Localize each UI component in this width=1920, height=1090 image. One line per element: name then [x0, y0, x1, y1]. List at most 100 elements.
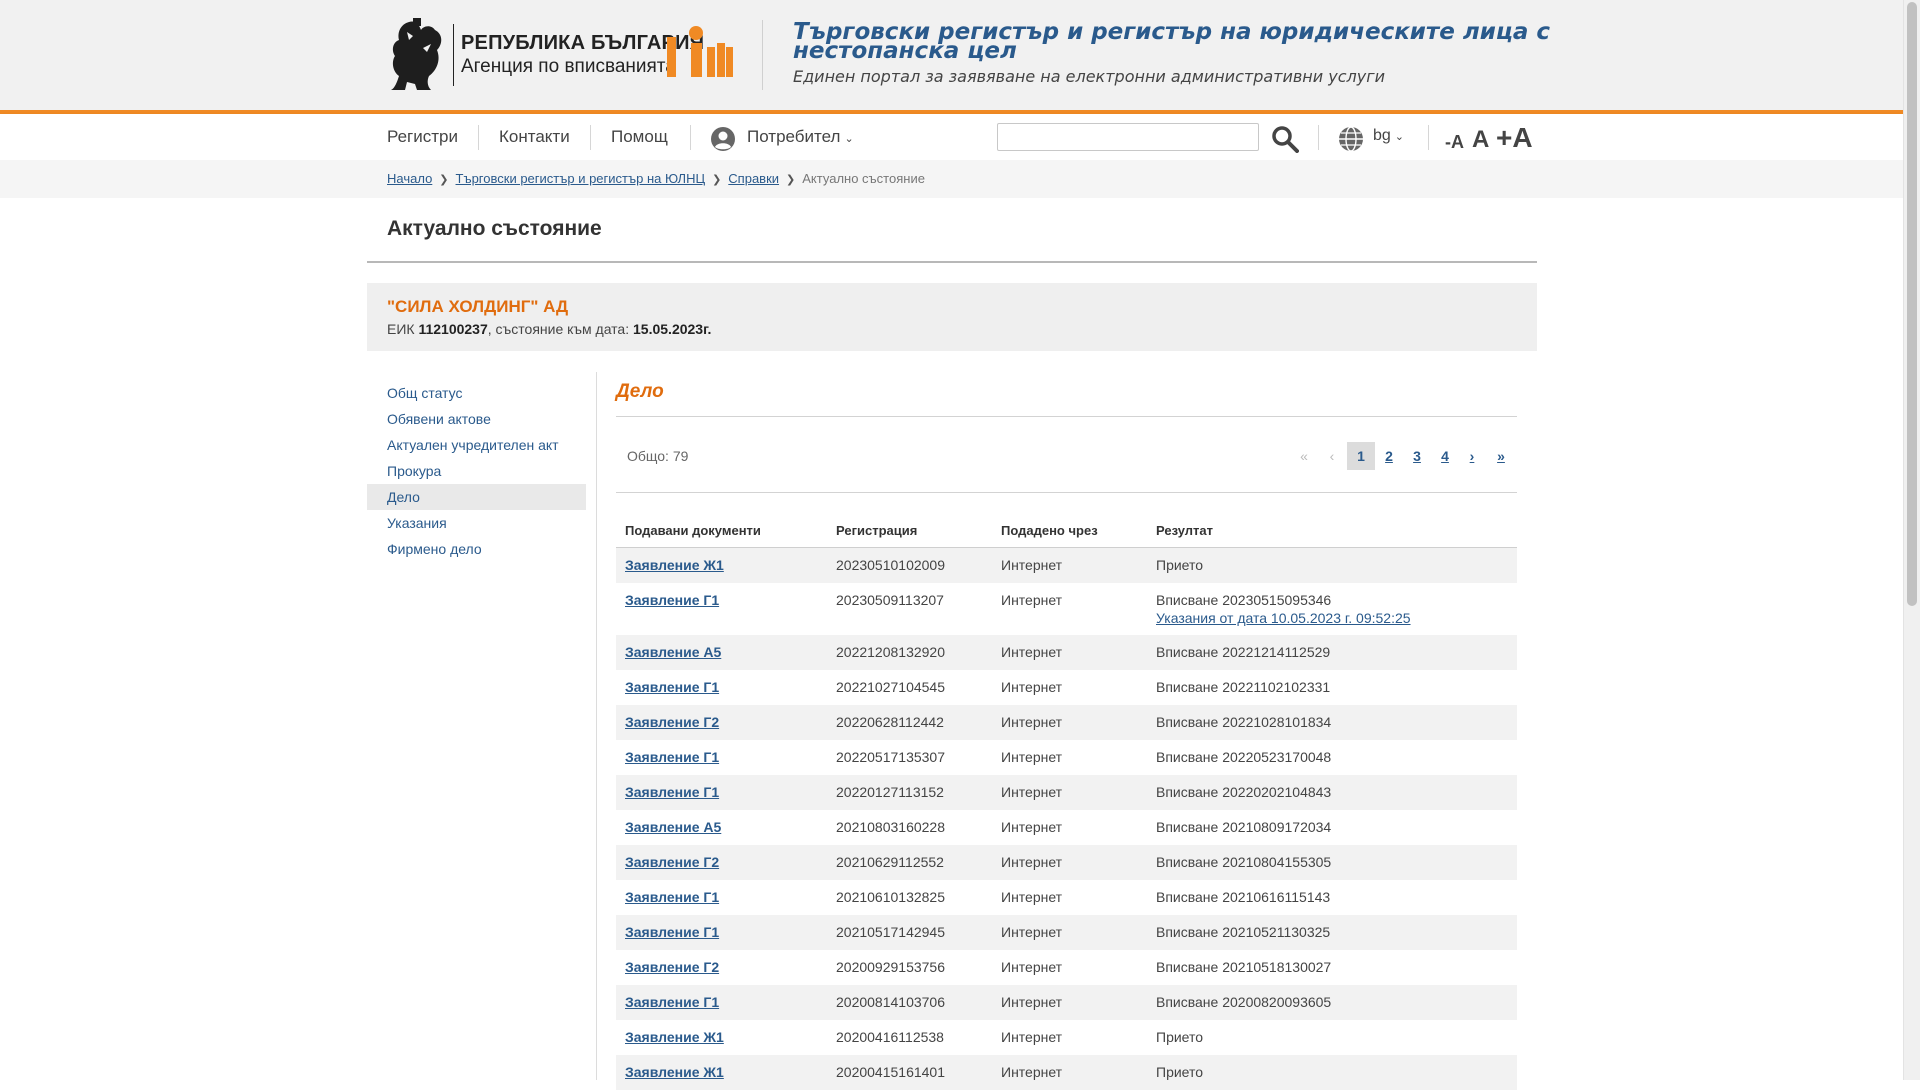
submitted-via: Интернет — [1001, 714, 1063, 730]
nav-contacts[interactable]: Контакти — [499, 127, 570, 147]
instructions-link[interactable]: Указания от дата 10.05.2023 г. 09:52:25 — [1156, 610, 1411, 626]
breadcrumb-chevron-icon: ❯ — [712, 174, 722, 186]
state-date: 15.05.2023г. — [633, 321, 712, 337]
sidebar-item-announced-acts[interactable]: Обявени актове — [367, 406, 586, 432]
font-max-button[interactable]: +A — [1496, 122, 1533, 154]
nav-registers[interactable]: Регистри — [387, 127, 458, 147]
document-link[interactable]: Заявление Г1 — [625, 784, 719, 800]
pager-first[interactable]: « — [1293, 442, 1315, 470]
language-label: bg — [1373, 127, 1391, 144]
user-circle-icon[interactable] — [710, 126, 736, 152]
logo-divider — [453, 24, 454, 86]
pager-last[interactable]: » — [1489, 442, 1513, 470]
registration-number: 20221027104545 — [836, 679, 946, 695]
result-text: Вписване 20210518130027 — [1156, 959, 1332, 975]
site-header: РЕПУБЛИКА БЪЛГАРИЯ Агенция по вписваният… — [0, 0, 1904, 114]
document-link[interactable]: Заявление Г2 — [625, 854, 719, 870]
table-row: Заявление Г1 20221027104545 Интернет Вписва… — [616, 670, 1517, 705]
pager-page-2[interactable]: 2 — [1377, 442, 1401, 470]
section-divider — [616, 416, 1517, 417]
pager-page-3[interactable]: 3 — [1405, 442, 1429, 470]
globe-icon[interactable] — [1338, 126, 1364, 152]
sidebar-item-case[interactable]: Дело — [367, 484, 586, 510]
scrollbar-thumb[interactable] — [1907, 2, 1917, 606]
documents-table-body: Заявление Ж1 20230510102009 Интернет Прието… — [616, 548, 1517, 1090]
eik-label: ЕИК — [387, 321, 415, 337]
table-row: Заявление Г1 20210610132825 Интернет Вписва… — [616, 880, 1517, 915]
document-link[interactable]: Заявление Г1 — [625, 679, 719, 695]
sidebar-item-general-status[interactable]: Общ статус — [367, 380, 586, 406]
document-link[interactable]: Заявление Г1 — [625, 924, 719, 940]
language-selector[interactable]: bg ⌄ — [1373, 127, 1404, 145]
document-link[interactable]: Заявление Г1 — [625, 749, 719, 765]
result-cell: Прието — [1156, 1064, 1203, 1080]
eik-value: 112100237 — [418, 321, 488, 337]
document-link[interactable]: Заявление Г1 — [625, 889, 719, 905]
table-row: Заявление Ж1 20230510102009 Интернет Прието — [616, 548, 1517, 583]
table-row: Заявление Г1 20220127113152 Интернет Вписва… — [616, 775, 1517, 810]
document-cell: Заявление Ж1 — [625, 1064, 724, 1080]
sidebar-item-founding-act[interactable]: Актуален учредителен акт — [367, 432, 586, 458]
breadcrumb-register[interactable]: Търговски регистър и регистър на ЮЛНЦ — [456, 171, 706, 186]
pager-page-4[interactable]: 4 — [1433, 442, 1457, 470]
chevron-down-icon: ⌄ — [1394, 131, 1405, 143]
table-row: Заявление Г2 20210629112552 Интернет Вписва… — [616, 845, 1517, 880]
breadcrumb-references[interactable]: Справки — [728, 171, 779, 186]
nav-separator — [590, 125, 591, 150]
registration-number: 20210803160228 — [836, 819, 946, 835]
breadcrumb-home[interactable]: Начало — [387, 171, 432, 186]
document-link[interactable]: Заявление Г1 — [625, 994, 719, 1010]
registration-number: 20200415161401 — [836, 1064, 946, 1080]
pager-prev[interactable]: ‹ — [1321, 442, 1343, 470]
document-link[interactable]: Заявление А5 — [625, 644, 721, 660]
pagination: « ‹ 1 2 3 4 › » — [1290, 442, 1517, 470]
result-cell: Вписване 20220523170048 — [1156, 749, 1331, 765]
table-row: Заявление А5 20210803160228 Интернет Вписва… — [616, 810, 1517, 845]
result-text: Вписване 20220523170048 — [1156, 749, 1332, 765]
document-link[interactable]: Заявление Ж1 — [625, 1029, 724, 1045]
result-text: Прието — [1156, 1064, 1204, 1080]
search-icon[interactable] — [1271, 125, 1299, 153]
result-cell: Вписване 20220202104843 — [1156, 784, 1331, 800]
submitted-via: Интернет — [1001, 749, 1063, 765]
nav-help[interactable]: Помощ — [611, 127, 668, 147]
document-link[interactable]: Заявление Г1 — [625, 592, 719, 608]
document-link[interactable]: Заявление Ж1 — [625, 1064, 724, 1080]
submitted-via: Интернет — [1001, 1064, 1063, 1080]
main-navigation: Регистри Контакти Помощ Потребител ⌄ bg ⌄ … — [0, 114, 1904, 160]
table-row: Заявление Г1 20230509113207 Интернет Вписва… — [616, 583, 1517, 635]
title-divider — [367, 261, 1537, 263]
result-cell: Вписване 20210804155305 — [1156, 854, 1331, 870]
result-cell: Прието — [1156, 1029, 1203, 1045]
header-separator — [762, 20, 763, 90]
document-link[interactable]: Заявление Г2 — [625, 959, 719, 975]
document-cell: Заявление Г1 — [625, 889, 719, 905]
sidebar-divider — [596, 372, 597, 1080]
pager-page-1[interactable]: 1 — [1347, 442, 1375, 470]
font-decrease-button[interactable]: -A — [1445, 132, 1464, 153]
submitted-via: Интернет — [1001, 819, 1063, 835]
result-cell: Вписване 20221214112529 — [1156, 644, 1330, 660]
nav-separator — [690, 125, 691, 150]
submitted-via: Интернет — [1001, 1029, 1063, 1045]
table-row: Заявление Г2 20220628112442 Интернет Вписва… — [616, 705, 1517, 740]
registration-number: 20230510102009 — [836, 557, 946, 573]
sidebar-item-procuration[interactable]: Прокура — [367, 458, 586, 484]
font-increase-button[interactable]: A — [1472, 126, 1489, 154]
submitted-via: Интернет — [1001, 679, 1063, 695]
sidebar-item-instructions[interactable]: Указания — [367, 510, 586, 536]
result-text: Вписване 20210809172034 — [1156, 819, 1332, 835]
result-cell: Вписване 20221028101834 — [1156, 714, 1331, 730]
document-link[interactable]: Заявление Г2 — [625, 714, 719, 730]
document-link[interactable]: Заявление А5 — [625, 819, 721, 835]
pager-next[interactable]: › — [1461, 442, 1483, 470]
document-cell: Заявление Г1 — [625, 994, 719, 1010]
nav-user-menu[interactable]: Потребител ⌄ — [747, 127, 854, 147]
search-input[interactable] — [997, 123, 1259, 151]
submitted-via: Интернет — [1001, 994, 1063, 1010]
sidebar-item-company-file[interactable]: Фирмено дело — [367, 536, 586, 562]
site-title: Търговски регистър и регистър на юридиче… — [793, 19, 1551, 64]
document-link[interactable]: Заявление Ж1 — [625, 557, 724, 573]
vertical-scrollbar[interactable] — [1903, 0, 1920, 1080]
table-row: Заявление А5 20221208132920 Интернет Вписва… — [616, 635, 1517, 670]
